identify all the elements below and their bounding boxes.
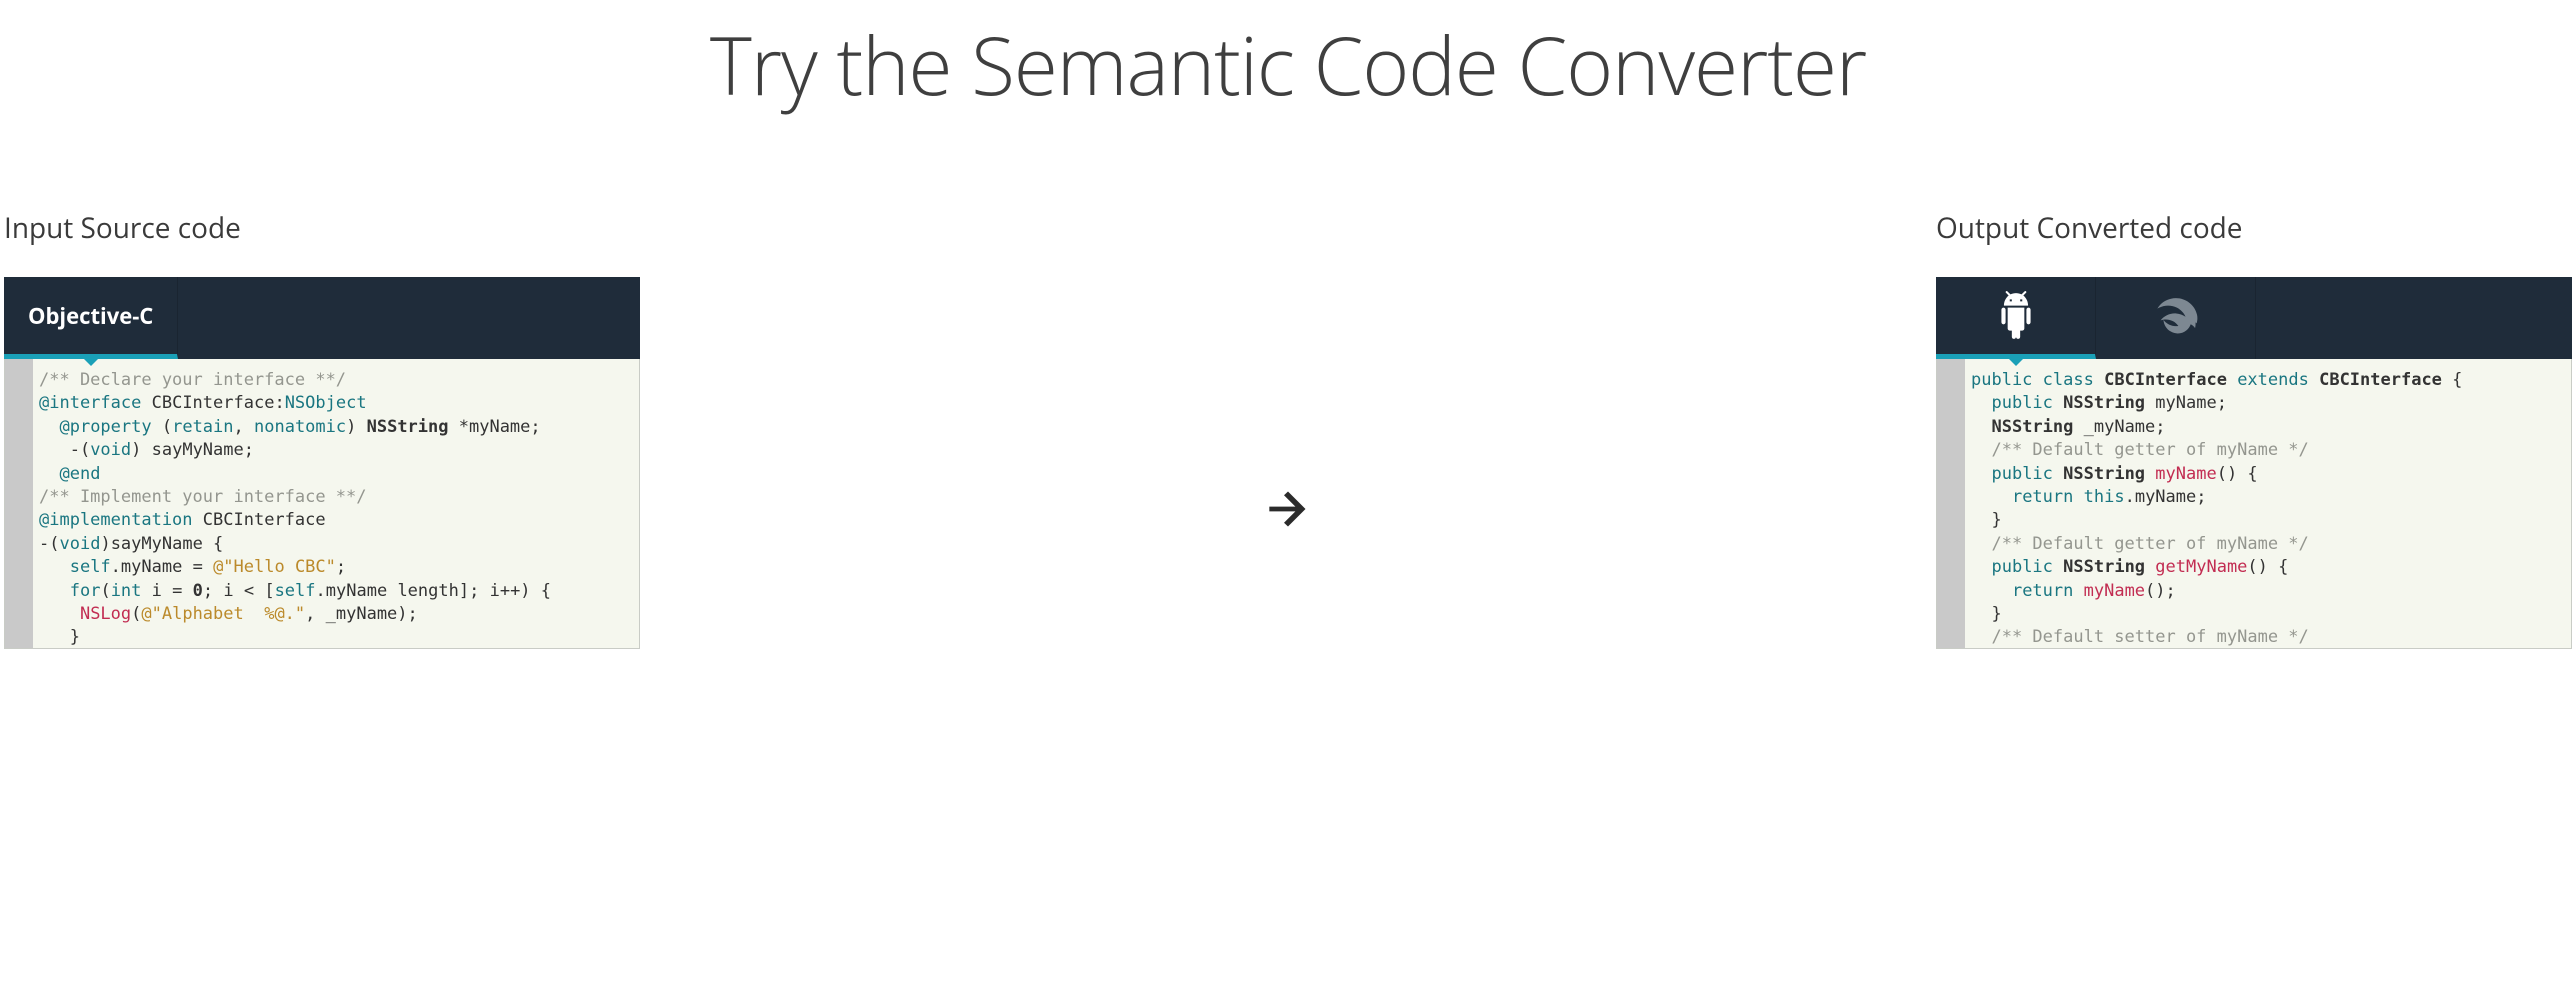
output-tabbar-filler (2256, 277, 2572, 359)
output-code-container: public class CBCInterface extends CBCInt… (1936, 359, 2572, 649)
tab-swift[interactable] (2096, 277, 2256, 359)
output-code[interactable]: public class CBCInterface extends CBCInt… (1965, 359, 2571, 648)
android-icon (1991, 288, 2041, 344)
output-panel: Output Converted code (1936, 209, 2572, 649)
output-tabbar (1936, 277, 2572, 359)
arrow-right-icon (1260, 481, 1316, 537)
tab-android[interactable] (1936, 277, 2096, 359)
page-title: Try the Semantic Code Converter (0, 10, 2576, 119)
input-label: Input Source code (4, 209, 640, 247)
swift-icon (2146, 292, 2206, 344)
input-gutter (5, 359, 33, 648)
input-code-container: /** Declare your interface **/ @interfac… (4, 359, 640, 649)
input-code[interactable]: /** Declare your interface **/ @interfac… (33, 359, 639, 648)
tab-objective-c-label: Objective-C (28, 301, 153, 331)
arrow-separator (640, 481, 1936, 537)
page-root: Try the Semantic Code Converter Input So… (0, 0, 2576, 649)
panels-row: Input Source code Objective-C /** Declar… (0, 209, 2576, 649)
input-panel: Input Source code Objective-C /** Declar… (4, 209, 640, 649)
tab-objective-c[interactable]: Objective-C (4, 277, 178, 359)
output-label: Output Converted code (1936, 209, 2572, 247)
output-gutter (1937, 359, 1965, 648)
input-tabbar: Objective-C (4, 277, 640, 359)
input-tabbar-filler (178, 277, 640, 359)
